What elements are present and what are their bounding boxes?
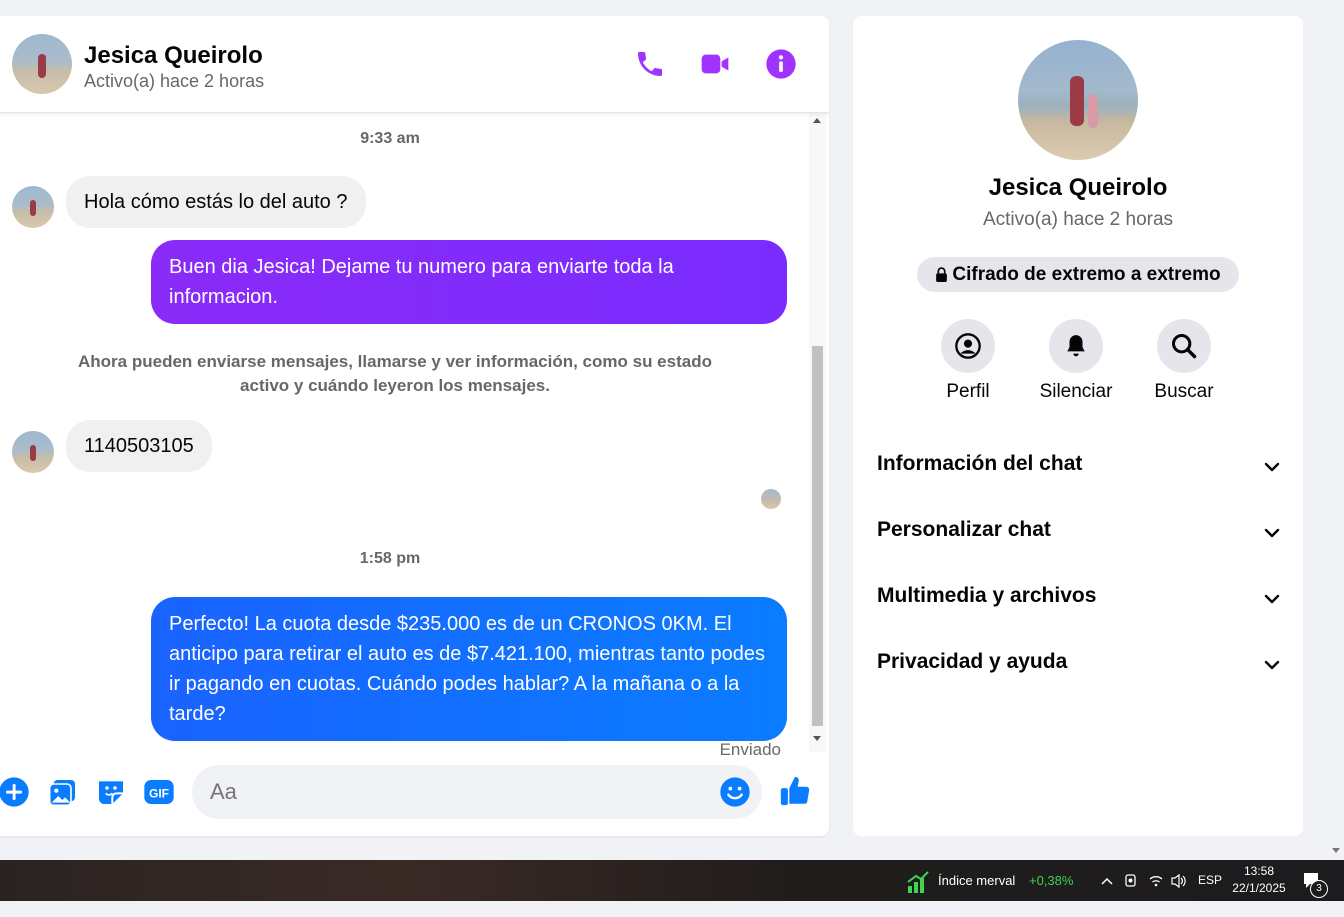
chat-header: Jesica Queirolo Activo(a) hace 2 horas (0, 16, 829, 113)
mute-action[interactable]: Silenciar (1031, 319, 1121, 403)
language-indicator[interactable]: ESP (1198, 860, 1222, 901)
chat-panel: Jesica Queirolo Activo(a) hace 2 horas 9… (0, 16, 829, 836)
seen-indicator-avatar (761, 489, 781, 509)
mute-action-label: Silenciar (1039, 381, 1113, 402)
page-scrollbar[interactable] (1328, 0, 1344, 860)
chevron-up-icon[interactable] (1100, 860, 1114, 901)
section-label: Multimedia y archivos (877, 584, 1097, 607)
profile-action-label: Perfil (946, 381, 990, 402)
section-label: Privacidad y ayuda (877, 650, 1068, 673)
plus-icon[interactable] (0, 776, 30, 808)
svg-text:GIF: GIF (149, 786, 169, 800)
meet-now-icon[interactable] (1124, 860, 1138, 901)
message-outgoing[interactable]: Buen dia Jesica! Dejame tu numero para e… (151, 240, 787, 324)
section-label: Información del chat (877, 452, 1083, 475)
clock-date: 22/1/2025 (1232, 881, 1286, 895)
scroll-down-arrow[interactable] (813, 736, 821, 741)
message-outgoing[interactable]: Perfecto! La cuota desde $235.000 es de … (151, 597, 787, 741)
search-action[interactable]: Buscar (1139, 319, 1229, 403)
contact-avatar[interactable] (12, 34, 72, 94)
stock-chart-icon[interactable] (906, 860, 930, 901)
timestamp: 9:33 am (360, 130, 420, 147)
bell-icon (1063, 332, 1089, 365)
encryption-label: Cifrado de extremo a extremo (952, 264, 1221, 285)
notification-count-badge: 3 (1310, 880, 1328, 898)
scroll-down-arrow[interactable] (1332, 848, 1340, 853)
message-input[interactable] (192, 765, 762, 819)
sender-avatar[interactable] (12, 186, 54, 228)
emoji-icon[interactable] (719, 776, 751, 808)
composer: GIF (0, 756, 829, 836)
chevron-down-icon (1263, 590, 1281, 608)
message-incoming[interactable]: 1140503105 (66, 420, 212, 472)
lock-icon (935, 259, 948, 294)
scroll-up-arrow[interactable] (813, 118, 821, 123)
wifi-icon[interactable] (1148, 860, 1164, 901)
section-chat-info[interactable]: Información del chat (877, 446, 1281, 486)
encryption-badge[interactable]: Cifrado de extremo a extremo (917, 257, 1239, 292)
section-privacy-help[interactable]: Privacidad y ayuda (877, 644, 1281, 684)
volume-icon[interactable] (1170, 860, 1188, 901)
chevron-down-icon (1263, 458, 1281, 476)
scroll-thumb[interactable] (812, 346, 823, 726)
system-note: Ahora pueden enviarse mensajes, llamarse… (78, 352, 712, 395)
widget-value: +0,38% (1029, 873, 1074, 888)
gif-icon[interactable]: GIF (143, 776, 175, 808)
contact-status: Activo(a) hace 2 horas (84, 71, 265, 91)
message-incoming[interactable]: Hola cómo estás lo del auto ? (66, 176, 366, 228)
sticker-icon[interactable] (95, 776, 127, 808)
video-camera-icon[interactable] (699, 48, 731, 80)
contact-name[interactable]: Jesica Queirolo (84, 42, 263, 70)
message-scrollbar[interactable] (809, 112, 826, 752)
clock-time: 13:58 (1243, 864, 1275, 878)
profile-status: Activo(a) hace 2 horas (982, 209, 1174, 230)
chevron-down-icon (1263, 656, 1281, 674)
info-icon[interactable] (765, 48, 797, 80)
search-action-label: Buscar (1154, 381, 1214, 402)
search-icon (1170, 332, 1198, 365)
phone-icon[interactable] (634, 48, 666, 80)
windows-taskbar: Índice merval +0,38% ESP 13:58 22/1/2025… (0, 860, 1344, 901)
widget-label[interactable]: Índice merval (938, 860, 1015, 901)
section-customize-chat[interactable]: Personalizar chat (877, 512, 1281, 552)
profile-icon (954, 332, 982, 365)
profile-name: Jesica Queirolo (988, 174, 1168, 201)
message-list[interactable]: 9:33 am Hola cómo estás lo del auto ? Bu… (0, 112, 829, 759)
clock[interactable]: 13:58 22/1/2025 (1228, 863, 1290, 897)
section-label: Personalizar chat (877, 518, 1051, 541)
conversation-info-panel: Jesica Queirolo Activo(a) hace 2 horas C… (853, 16, 1303, 836)
photo-icon[interactable] (47, 776, 79, 808)
profile-action[interactable]: Perfil (923, 319, 1013, 403)
thumbs-up-icon[interactable] (778, 774, 810, 806)
chevron-down-icon (1263, 524, 1281, 542)
timestamp: 1:58 pm (359, 550, 421, 567)
profile-avatar[interactable] (1018, 40, 1138, 160)
sender-avatar[interactable] (12, 431, 54, 473)
section-media-files[interactable]: Multimedia y archivos (877, 578, 1281, 618)
